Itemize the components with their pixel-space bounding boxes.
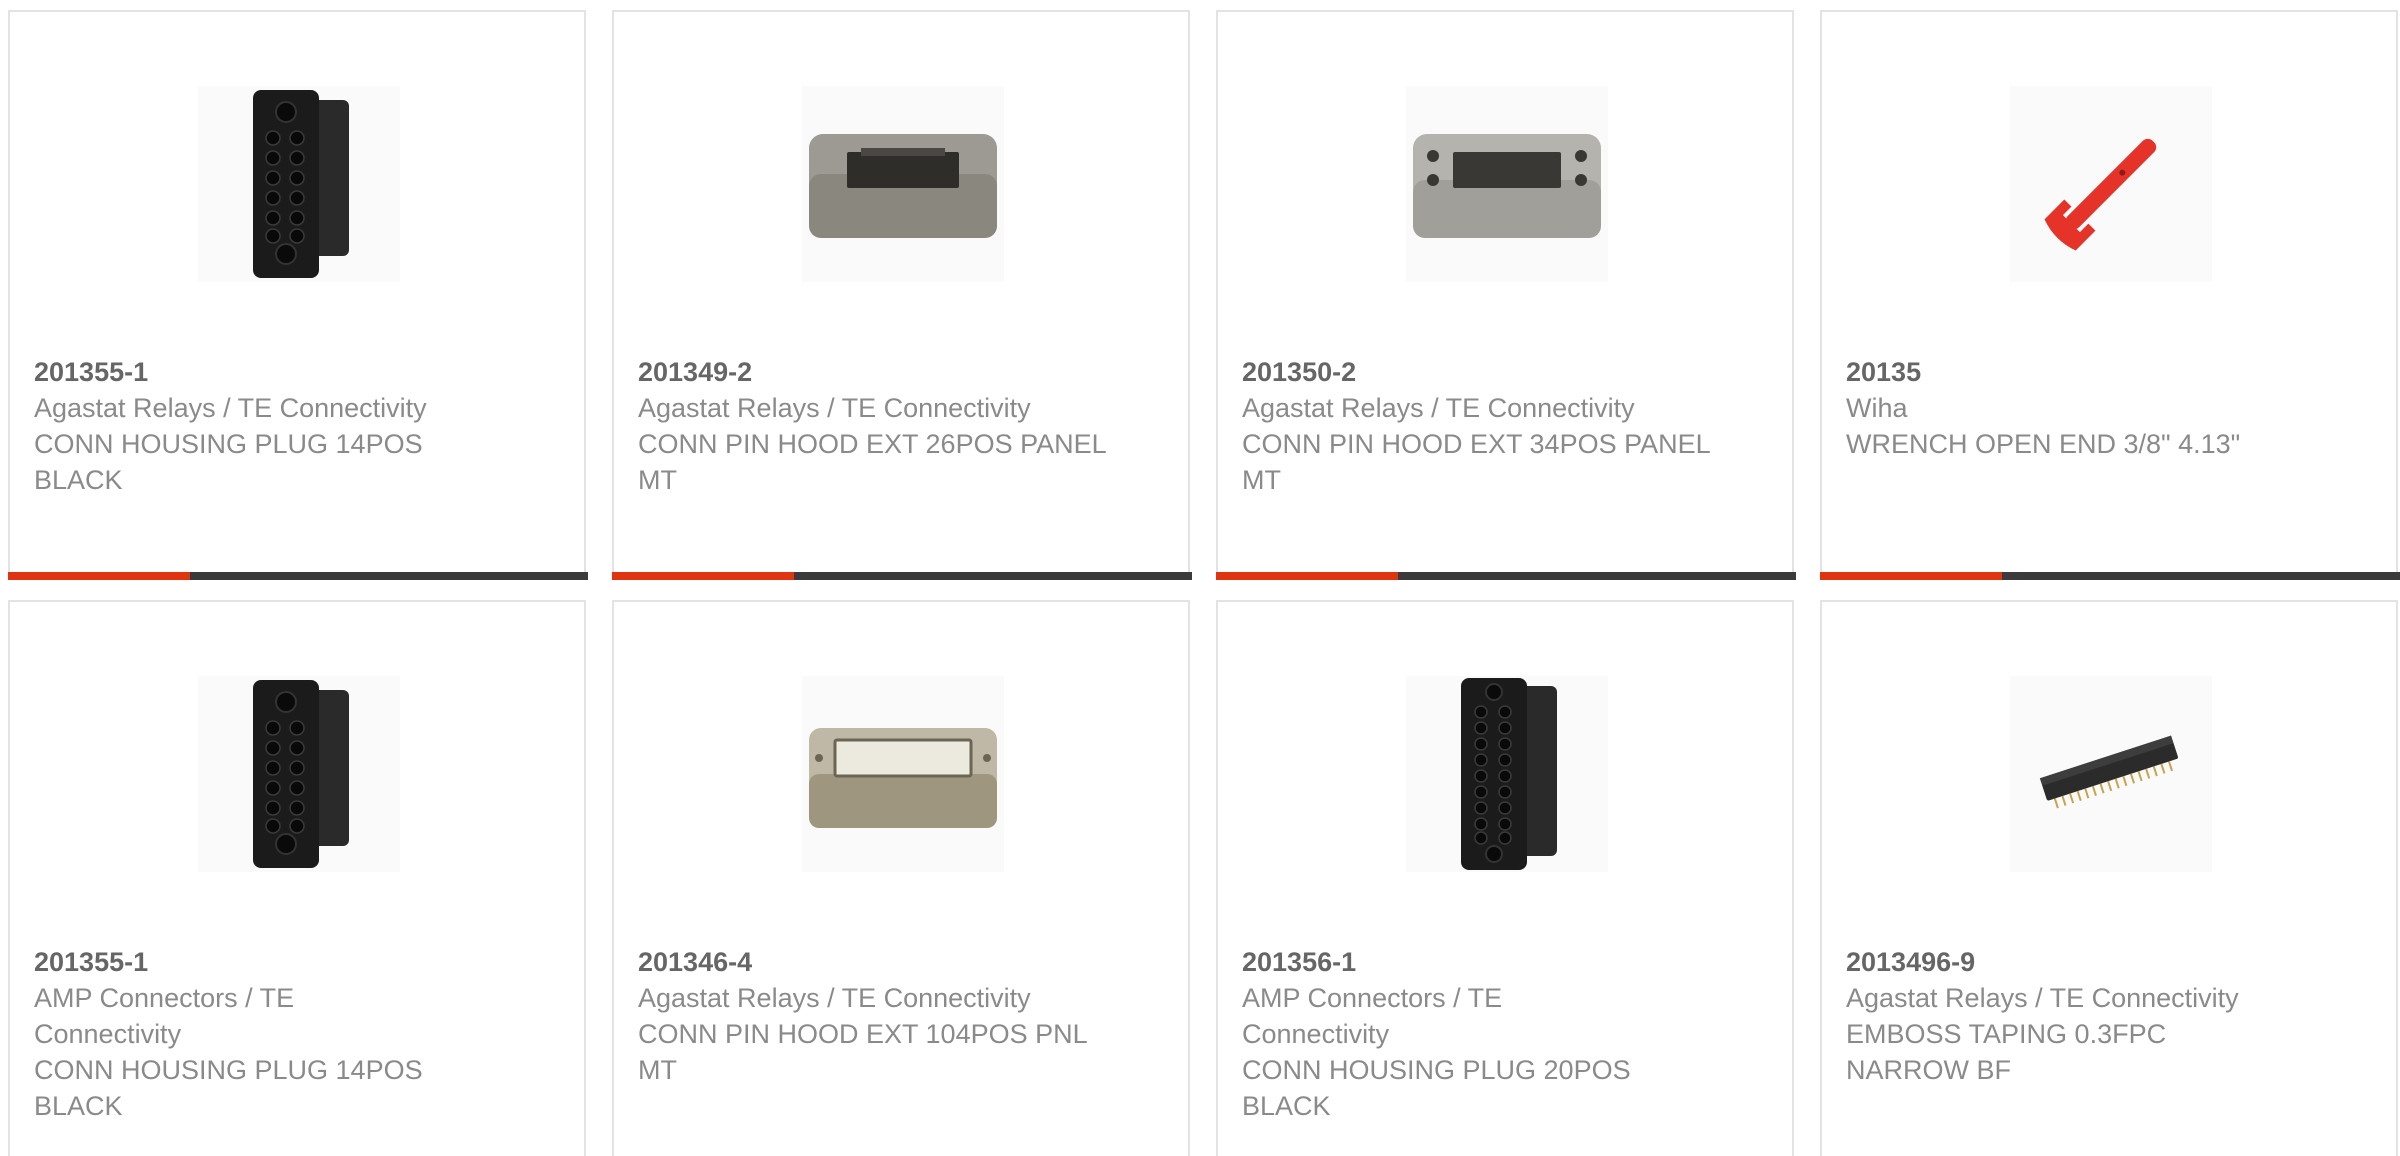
description: CONN HOUSING PLUG 14POS BLACK [34,429,423,495]
product-card[interactable]: 201355-1 AMP Connectors / TE Connectivit… [8,600,586,1156]
manufacturer: Wiha [1846,393,1908,423]
description: CONN PIN HOOD EXT 26POS PANEL MT [638,429,1106,495]
part-number[interactable]: 201349-2 [638,354,1108,390]
product-info: 201355-1 Agastat Relays / TE Connectivit… [34,354,504,498]
product-card[interactable]: 201349-2 Agastat Relays / TE Connectivit… [612,10,1192,580]
manufacturer: AMP Connectors / TE Connectivity [34,983,295,1049]
manufacturer: Agastat Relays / TE Connectivity [638,393,1031,423]
product-card[interactable]: 2013496-9 Agastat Relays / TE Connectivi… [1820,600,2398,1156]
product-image[interactable] [198,676,400,872]
product-info: 201349-2 Agastat Relays / TE Connectivit… [638,354,1108,498]
manufacturer: Agastat Relays / TE Connectivity [1242,393,1635,423]
black-connector-housing-icon [253,680,349,868]
product-image[interactable] [802,86,1004,282]
description: CONN PIN HOOD EXT 34POS PANEL MT [1242,429,1710,495]
product-info: 201356-1 AMP Connectors / TE Connectivit… [1242,944,1712,1124]
description: CONN PIN HOOD EXT 104POS PNL MT [638,1019,1087,1085]
product-image[interactable] [2010,86,2212,282]
manufacturer: Agastat Relays / TE Connectivity [34,393,427,423]
part-number[interactable]: 2013496-9 [1846,944,2316,980]
part-number[interactable]: 201355-1 [34,944,504,980]
product-card[interactable]: 201355-1 Agastat Relays / TE Connectivit… [8,10,588,580]
product-info: 2013496-9 Agastat Relays / TE Connectivi… [1846,944,2316,1088]
product-info: 201355-1 AMP Connectors / TE Connectivit… [34,944,504,1124]
card-accent-bar [612,572,1192,580]
product-image[interactable] [1406,676,1608,872]
manufacturer: Agastat Relays / TE Connectivity [638,983,1031,1013]
black-connector-housing-icon [253,90,349,278]
fpc-connector-icon [2039,735,2178,809]
card-accent-bar [1216,572,1796,580]
metal-pin-hood-icon [809,134,997,238]
product-image[interactable] [1406,86,1608,282]
part-number[interactable]: 201350-2 [1242,354,1712,390]
manufacturer: AMP Connectors / TE Connectivity [1242,983,1503,1049]
description: EMBOSS TAPING 0.3FPC NARROW BF [1846,1019,2167,1085]
part-number[interactable]: 201346-4 [638,944,1108,980]
black-connector-housing-icon [1461,678,1557,870]
product-grid: 201355-1 Agastat Relays / TE Connectivit… [0,0,2400,1156]
part-number[interactable]: 201356-1 [1242,944,1712,980]
card-accent-bar [1820,572,2400,580]
product-image[interactable] [802,676,1004,872]
red-wrench-icon [2044,138,2157,251]
description: CONN HOUSING PLUG 20POS BLACK [1242,1055,1631,1121]
metal-pin-hood-icon [809,728,997,828]
part-number[interactable]: 201355-1 [34,354,504,390]
card-accent-bar [8,572,588,580]
description: WRENCH OPEN END 3/8" 4.13" [1846,429,2241,459]
product-card[interactable]: 201356-1 AMP Connectors / TE Connectivit… [1216,600,1794,1156]
product-info: 201350-2 Agastat Relays / TE Connectivit… [1242,354,1712,498]
product-card[interactable]: 201346-4 Agastat Relays / TE Connectivit… [612,600,1190,1156]
product-info: 201346-4 Agastat Relays / TE Connectivit… [638,944,1108,1088]
product-image[interactable] [2010,676,2212,872]
manufacturer: Agastat Relays / TE Connectivity [1846,983,2239,1013]
metal-pin-hood-icon [1413,134,1601,238]
product-image[interactable] [198,86,400,282]
part-number[interactable]: 20135 [1846,354,2316,390]
description: CONN HOUSING PLUG 14POS BLACK [34,1055,423,1121]
product-info: 20135 Wiha WRENCH OPEN END 3/8" 4.13" [1846,354,2316,462]
product-card[interactable]: 20135 Wiha WRENCH OPEN END 3/8" 4.13" [1820,10,2400,580]
product-card[interactable]: 201350-2 Agastat Relays / TE Connectivit… [1216,10,1796,580]
